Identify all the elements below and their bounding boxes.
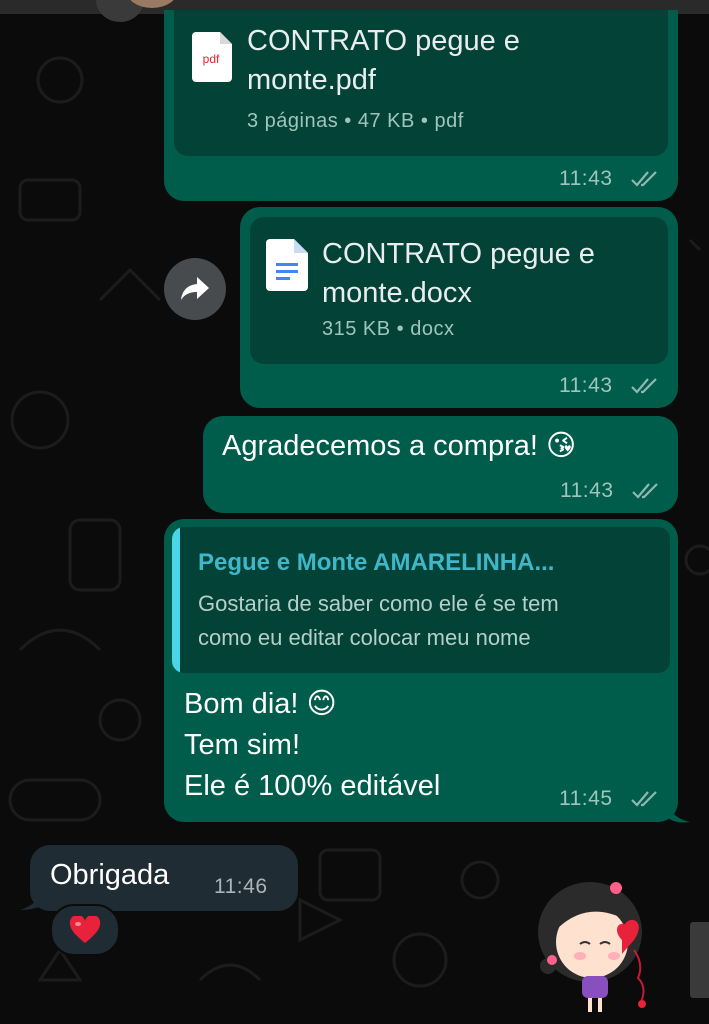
document-card-docx[interactable]: CONTRATO pegue e monte.docx 315 KB • doc… xyxy=(250,217,668,364)
document-card-pdf[interactable]: pdf CONTRATO pegue e monte.pdf 3 páginas… xyxy=(174,10,668,156)
message-text: Obrigada xyxy=(50,859,170,891)
girl-with-heart-sticker[interactable] xyxy=(530,870,680,1020)
quoted-message[interactable]: Pegue e Monte AMARELINHA... Gostaria de … xyxy=(172,527,670,673)
document-title: CONTRATO pegue e monte.pdf xyxy=(247,25,520,96)
message-time: 11:46 xyxy=(214,875,268,898)
pdf-file-icon: pdf xyxy=(192,32,232,82)
message-time: 11:43 xyxy=(559,374,613,397)
document-meta: 3 páginas • 47 KB • pdf xyxy=(247,110,464,132)
reaction-badge[interactable] xyxy=(50,904,120,956)
message-bubble-docx[interactable]: CONTRATO pegue e monte.docx 315 KB • doc… xyxy=(240,207,678,408)
read-ticks-icon xyxy=(631,791,657,807)
forward-arrow-icon xyxy=(181,277,209,300)
bubble-tail xyxy=(668,804,690,823)
message-bubble-incoming[interactable]: Obrigada 11:46 xyxy=(30,845,298,911)
read-ticks-icon xyxy=(631,171,657,187)
forward-button[interactable] xyxy=(164,258,226,320)
message-bubble-pdf[interactable]: pdf CONTRATO pegue e monte.pdf 3 páginas… xyxy=(164,10,678,201)
quote-author: Pegue e Monte AMARELINHA... xyxy=(198,549,555,576)
red-heart-icon xyxy=(69,916,101,943)
docs-file-icon xyxy=(266,239,308,291)
message-time: 11:45 xyxy=(559,787,613,810)
scrollbar[interactable] xyxy=(690,922,709,998)
message-text: Agradecemos a compra! 😘 xyxy=(222,430,577,462)
quote-accent-bar xyxy=(172,527,180,673)
message-time: 11:43 xyxy=(560,479,614,502)
read-ticks-icon xyxy=(631,378,657,394)
document-meta: 315 KB • docx xyxy=(322,318,455,340)
document-title: CONTRATO pegue e monte.docx xyxy=(322,238,595,309)
pdf-icon-label: pdf xyxy=(203,52,220,66)
read-ticks-icon xyxy=(632,483,658,499)
message-text: Bom dia! 😊 Tem sim! Ele é 100% editável xyxy=(184,688,441,802)
quote-text: Gostaria de saber como ele é se tem como… xyxy=(198,591,559,650)
message-time: 11:43 xyxy=(559,167,613,190)
message-bubble-text[interactable]: Agradecemos a compra! 😘 11:43 xyxy=(203,416,678,513)
